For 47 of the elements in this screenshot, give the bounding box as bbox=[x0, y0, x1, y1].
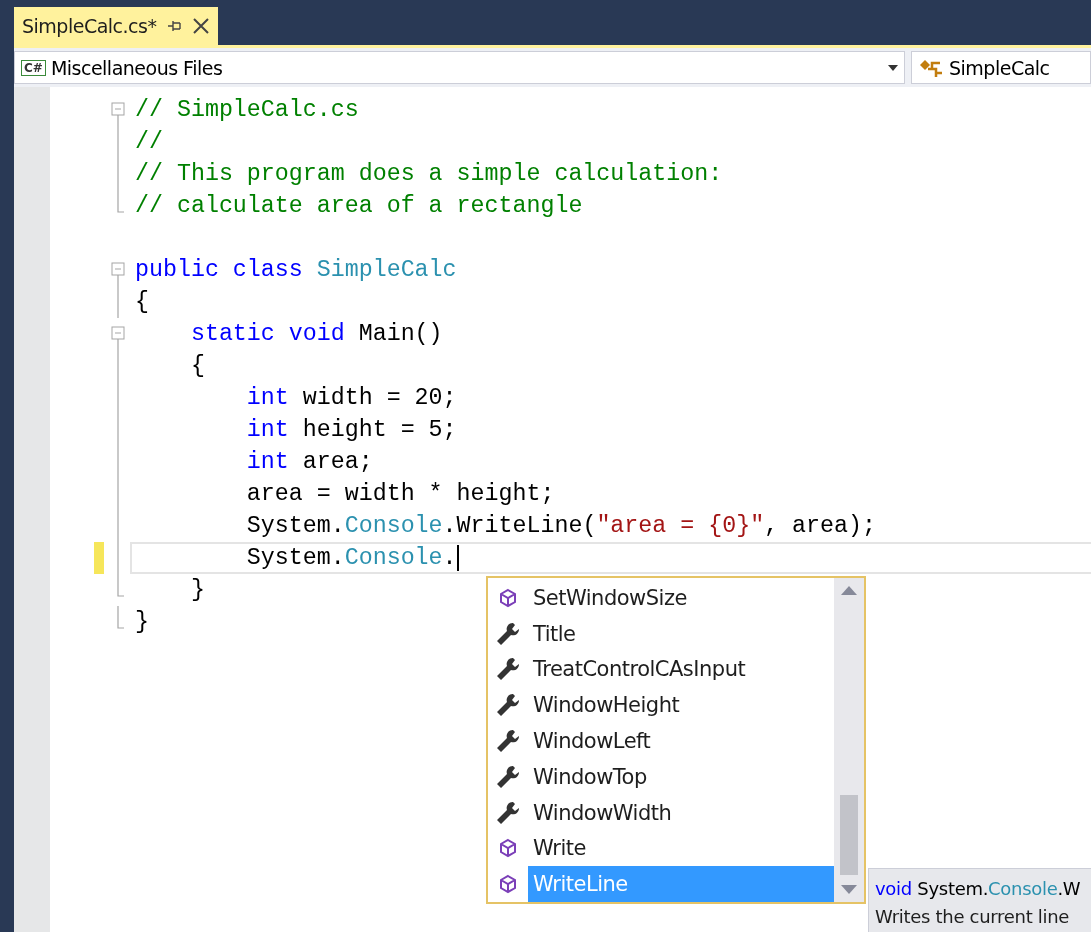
cube-icon bbox=[498, 838, 518, 859]
close-icon[interactable] bbox=[192, 17, 211, 35]
cube-icon bbox=[498, 874, 518, 895]
caret-icon bbox=[888, 64, 898, 71]
code-line: // SimpleCalc.cs bbox=[135, 97, 359, 123]
completion-item[interactable]: WindowWidth bbox=[528, 794, 834, 831]
code-line: { bbox=[189, 353, 205, 379]
scrollbar[interactable] bbox=[834, 578, 864, 902]
project-dropdown[interactable]: C# Miscellaneous Files bbox=[14, 51, 905, 84]
wrench-icon bbox=[495, 799, 521, 826]
wrench-icon bbox=[495, 728, 521, 754]
cube-icon bbox=[498, 587, 518, 608]
member-dropdown[interactable]: SimpleCalc bbox=[911, 51, 1091, 84]
code-line: System.Console. bbox=[245, 545, 457, 571]
code-line: int area; bbox=[245, 449, 373, 475]
wrench-icon bbox=[495, 692, 521, 719]
pin-icon[interactable] bbox=[166, 18, 183, 34]
completion-item[interactable]: WindowTop bbox=[528, 758, 834, 795]
wrench-icon bbox=[495, 656, 521, 683]
code-line: } bbox=[189, 577, 205, 603]
scroll-thumb[interactable] bbox=[840, 795, 858, 875]
completion-item[interactable]: Write bbox=[528, 830, 834, 867]
code-line: static void Main() bbox=[189, 321, 443, 347]
code-line: } bbox=[135, 609, 149, 635]
code-line: // bbox=[135, 129, 163, 155]
scroll-up-icon[interactable] bbox=[841, 586, 857, 595]
completion-item[interactable]: WindowHeight bbox=[528, 687, 834, 724]
method-description: Writes the current line bbox=[875, 905, 1071, 929]
code-line: // calculate area of a rectangle bbox=[135, 193, 583, 219]
code-line: area = width * height; bbox=[245, 481, 555, 507]
wrench-icon bbox=[495, 763, 521, 790]
csharp-file-icon: C# bbox=[21, 59, 46, 76]
completion-item[interactable]: SetWindowSize bbox=[528, 580, 834, 616]
code-line: System.Console.WriteLine("area = {0}", area); bbox=[245, 513, 876, 539]
method-signature: void System.Console.W bbox=[875, 877, 1082, 901]
document-tab[interactable]: SimpleCalc.cs* bbox=[14, 7, 219, 45]
code-line: int width = 20; bbox=[245, 385, 457, 411]
completion-item[interactable]: TreatControlCAsInput bbox=[528, 651, 834, 688]
completion-item[interactable]: Title bbox=[528, 615, 834, 652]
code-line: public class SimpleCalc bbox=[135, 257, 457, 283]
code-line: { bbox=[135, 289, 149, 315]
code-line: // This program does a simple calculation: bbox=[135, 161, 723, 187]
completion-item[interactable]: WindowLeft bbox=[528, 723, 834, 759]
code-line: int height = 5; bbox=[245, 417, 457, 443]
text-caret bbox=[456, 545, 459, 571]
scroll-down-icon[interactable] bbox=[841, 885, 857, 894]
wrench-icon bbox=[495, 620, 521, 647]
